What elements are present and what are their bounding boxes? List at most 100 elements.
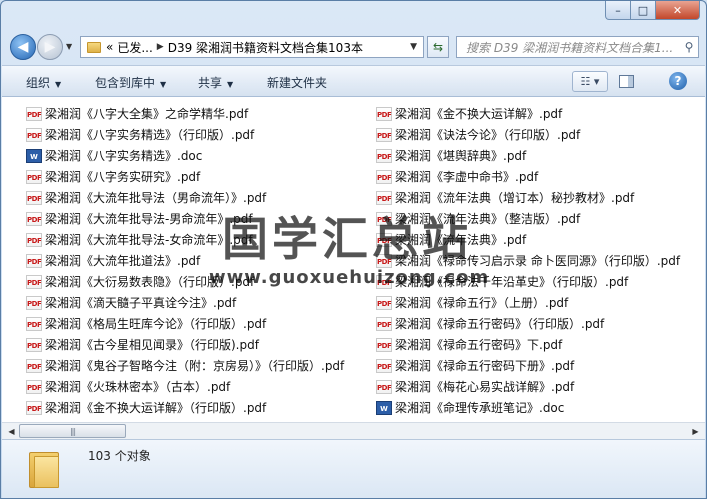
file-name: 梁湘润《大流年批导法-男命流年》.pdf — [45, 212, 253, 226]
file-item[interactable]: PDF 梁湘润《八字务实研究》.pdf — [26, 166, 344, 187]
close-button[interactable]: ✕ — [656, 1, 700, 20]
share-label: 共享 — [198, 76, 223, 90]
file-name: 梁湘润《禄命法千年沿革史》（行印版）.pdf — [395, 275, 629, 289]
file-item[interactable]: PDF 梁湘润《禄命五行密码》（行印版）.pdf — [376, 313, 680, 334]
horizontal-scrollbar[interactable]: ◀ ||| ▶ — [2, 422, 705, 439]
word-doc-icon: W — [26, 148, 42, 163]
preview-pane-button[interactable] — [614, 71, 638, 92]
file-item[interactable]: PDF 梁湘润《流年法典》（整洁版）.pdf — [376, 208, 680, 229]
refresh-button[interactable]: ⇆ — [427, 36, 449, 58]
file-item[interactable]: PDF 梁湘润《格局生旺库今论》（行印版）.pdf — [26, 313, 344, 334]
file-name: 梁湘润《格局生旺库今论》（行印版）.pdf — [45, 317, 267, 331]
pdf-file-icon: PDF — [376, 337, 392, 352]
search-icon[interactable]: ⚲ — [680, 40, 698, 54]
arrow-right-icon: ▶ — [44, 39, 56, 55]
file-name: 梁湘润《火珠林密本》（古本）.pdf — [45, 380, 231, 394]
minimize-button[interactable]: – — [605, 1, 631, 20]
scroll-left-icon[interactable]: ◀ — [3, 424, 20, 438]
file-item[interactable]: PDF 梁湘润《鬼谷子智略今注（附：京房易）》（行印版）.pdf — [26, 355, 344, 376]
change-view-button[interactable]: ☷ ▾ — [572, 71, 608, 92]
maximize-button[interactable]: □ — [631, 1, 656, 20]
help-icon: ? — [674, 74, 682, 88]
file-item[interactable]: PDF 梁湘润《诀法今论》（行印版）.pdf — [376, 124, 680, 145]
explorer-window: – □ ✕ ◀ ▶ ▼ « 已发... ▶ D39 梁湘润书籍资料文档合集103… — [0, 0, 707, 499]
address-dropdown-icon[interactable]: ▼ — [410, 42, 417, 52]
file-name: 梁湘润《流年法典》.pdf — [395, 233, 527, 247]
breadcrumb-current[interactable]: D39 梁湘润书籍资料文档合集103本 — [168, 39, 363, 56]
file-name: 梁湘润《流年法典》（整洁版）.pdf — [395, 212, 581, 226]
address-overflow[interactable]: « — [106, 40, 113, 54]
file-name: 梁湘润《命理传承班笔记》.doc — [395, 401, 565, 415]
file-name: 梁湘润《大流年批导法-女命流年》.pdf — [45, 233, 253, 247]
file-item[interactable]: PDF 梁湘润《大流年批道法》.pdf — [26, 250, 344, 271]
file-name: 梁湘润《鬼谷子智略今注（附：京房易）》（行印版）.pdf — [45, 359, 345, 373]
back-button[interactable]: ◀ — [10, 34, 36, 60]
pdf-file-icon: PDF — [26, 232, 42, 247]
file-item[interactable]: PDF 梁湘润《大衍易数表隐》（行印版）.pdf — [26, 271, 344, 292]
file-item[interactable]: PDF 梁湘润《八字大全集》之命学精华.pdf — [26, 103, 344, 124]
file-name: 梁湘润《大流年批道法》.pdf — [45, 254, 201, 268]
view-list-icon: ☷ ▾ — [580, 75, 600, 88]
file-item[interactable]: PDF 梁湘润《古今星相见闻录》（行印版).pdf — [26, 334, 344, 355]
pdf-file-icon: PDF — [26, 337, 42, 352]
file-item[interactable]: PDF 梁湘润《禄命法千年沿革史》（行印版）.pdf — [376, 271, 680, 292]
file-name: 梁湘润《大流年批导法（男命流年）》.pdf — [45, 191, 267, 205]
pdf-file-icon: PDF — [26, 400, 42, 415]
folder-icon — [87, 41, 101, 53]
breadcrumb-parent[interactable]: 已发... — [117, 39, 152, 56]
file-name: 梁湘润《金不换大运详解》（行印版）.pdf — [45, 401, 267, 415]
file-item[interactable]: PDF 梁湘润《李虚中命书》.pdf — [376, 166, 680, 187]
file-item[interactable]: PDF 梁湘润《禄命五行密码》下.pdf — [376, 334, 680, 355]
pdf-file-icon: PDF — [376, 127, 392, 142]
scroll-right-icon[interactable]: ▶ — [687, 424, 704, 438]
new-folder-button[interactable]: 新建文件夹 — [267, 74, 327, 91]
file-name: 梁湘润《禄命五行》（上册）.pdf — [395, 296, 569, 310]
search-box[interactable]: 搜索 D39 梁湘润书籍资料文档合集1... ⚲ — [456, 36, 699, 58]
file-item[interactable]: PDF 梁湘润《滴天髓子平真诠今注》.pdf — [26, 292, 344, 313]
caret-down-icon: ▼ — [160, 80, 167, 89]
file-item[interactable]: PDF 梁湘润《禄命五行密码下册》.pdf — [376, 355, 680, 376]
arrow-left-icon: ◀ — [17, 39, 29, 55]
pdf-file-icon: PDF — [26, 316, 42, 331]
file-item[interactable]: PDF 梁湘润《禄命传习启示录 命卜医同源》（行印版）.pdf — [376, 250, 680, 271]
address-bar[interactable]: « 已发... ▶ D39 梁湘润书籍资料文档合集103本 ▼ — [80, 36, 424, 58]
file-name: 梁湘润《禄命五行密码》（行印版）.pdf — [395, 317, 605, 331]
search-input[interactable]: 搜索 D39 梁湘润书籍资料文档合集1... — [457, 39, 680, 56]
word-doc-icon: W — [376, 400, 392, 415]
caret-down-icon: ▼ — [227, 80, 234, 89]
include-in-library-menu[interactable]: 包含到库中 ▼ — [95, 74, 166, 91]
pdf-file-icon: PDF — [376, 253, 392, 268]
command-bar: 组织 ▼ 包含到库中 ▼ 共享 ▼ 新建文件夹 ☷ ▾ ? — [2, 65, 705, 97]
share-menu[interactable]: 共享 ▼ — [198, 74, 233, 91]
help-button[interactable]: ? — [669, 72, 687, 90]
file-name: 梁湘润《堪舆辞典》.pdf — [395, 149, 527, 163]
scrollbar-thumb[interactable]: ||| — [19, 424, 126, 438]
pdf-file-icon: PDF — [26, 169, 42, 184]
file-item[interactable]: PDF 梁湘润《大流年批导法（男命流年）》.pdf — [26, 187, 344, 208]
file-list[interactable]: PDF 梁湘润《八字大全集》之命学精华.pdf PDF 梁湘润《八字实务精选》（行印版… — [2, 97, 705, 422]
breadcrumb-separator-icon[interactable]: ▶ — [157, 42, 164, 52]
file-name: 梁湘润《禄命五行密码》下.pdf — [395, 338, 563, 352]
file-item[interactable]: PDF 梁湘润《梅花心易实战详解》.pdf — [376, 376, 680, 397]
forward-button[interactable]: ▶ — [37, 34, 63, 60]
file-item[interactable]: PDF 梁湘润《金不换大运详解》（行印版）.pdf — [26, 397, 344, 418]
file-item[interactable]: PDF 梁湘润《流年法典》.pdf — [376, 229, 680, 250]
file-item[interactable]: W 梁湘润《命理传承班笔记》.doc — [376, 397, 680, 418]
file-item[interactable]: PDF 梁湘润《火珠林密本》（古本）.pdf — [26, 376, 344, 397]
file-name: 梁湘润《古今星相见闻录》（行印版).pdf — [45, 338, 259, 352]
file-item[interactable]: PDF 梁湘润《禄命五行》（上册）.pdf — [376, 292, 680, 313]
file-item[interactable]: W 梁湘润《八字实务精选》.doc — [26, 145, 344, 166]
file-item[interactable]: PDF 梁湘润《流年法典（增订本）秘抄教材》.pdf — [376, 187, 680, 208]
recent-pages-dropdown[interactable]: ▼ — [66, 42, 72, 51]
details-pane: 103 个对象 — [2, 439, 705, 498]
pdf-file-icon: PDF — [26, 295, 42, 310]
file-item[interactable]: PDF 梁湘润《八字实务精选》（行印版）.pdf — [26, 124, 344, 145]
file-item[interactable]: PDF 梁湘润《金不换大运详解》.pdf — [376, 103, 680, 124]
file-item[interactable]: PDF 梁湘润《大流年批导法-女命流年》.pdf — [26, 229, 344, 250]
file-item[interactable]: PDF 梁湘润《大流年批导法-男命流年》.pdf — [26, 208, 344, 229]
organize-menu[interactable]: 组织 ▼ — [26, 74, 61, 91]
pdf-file-icon: PDF — [376, 316, 392, 331]
pdf-file-icon: PDF — [26, 379, 42, 394]
file-name: 梁湘润《禄命五行密码下册》.pdf — [395, 359, 575, 373]
file-item[interactable]: PDF 梁湘润《堪舆辞典》.pdf — [376, 145, 680, 166]
